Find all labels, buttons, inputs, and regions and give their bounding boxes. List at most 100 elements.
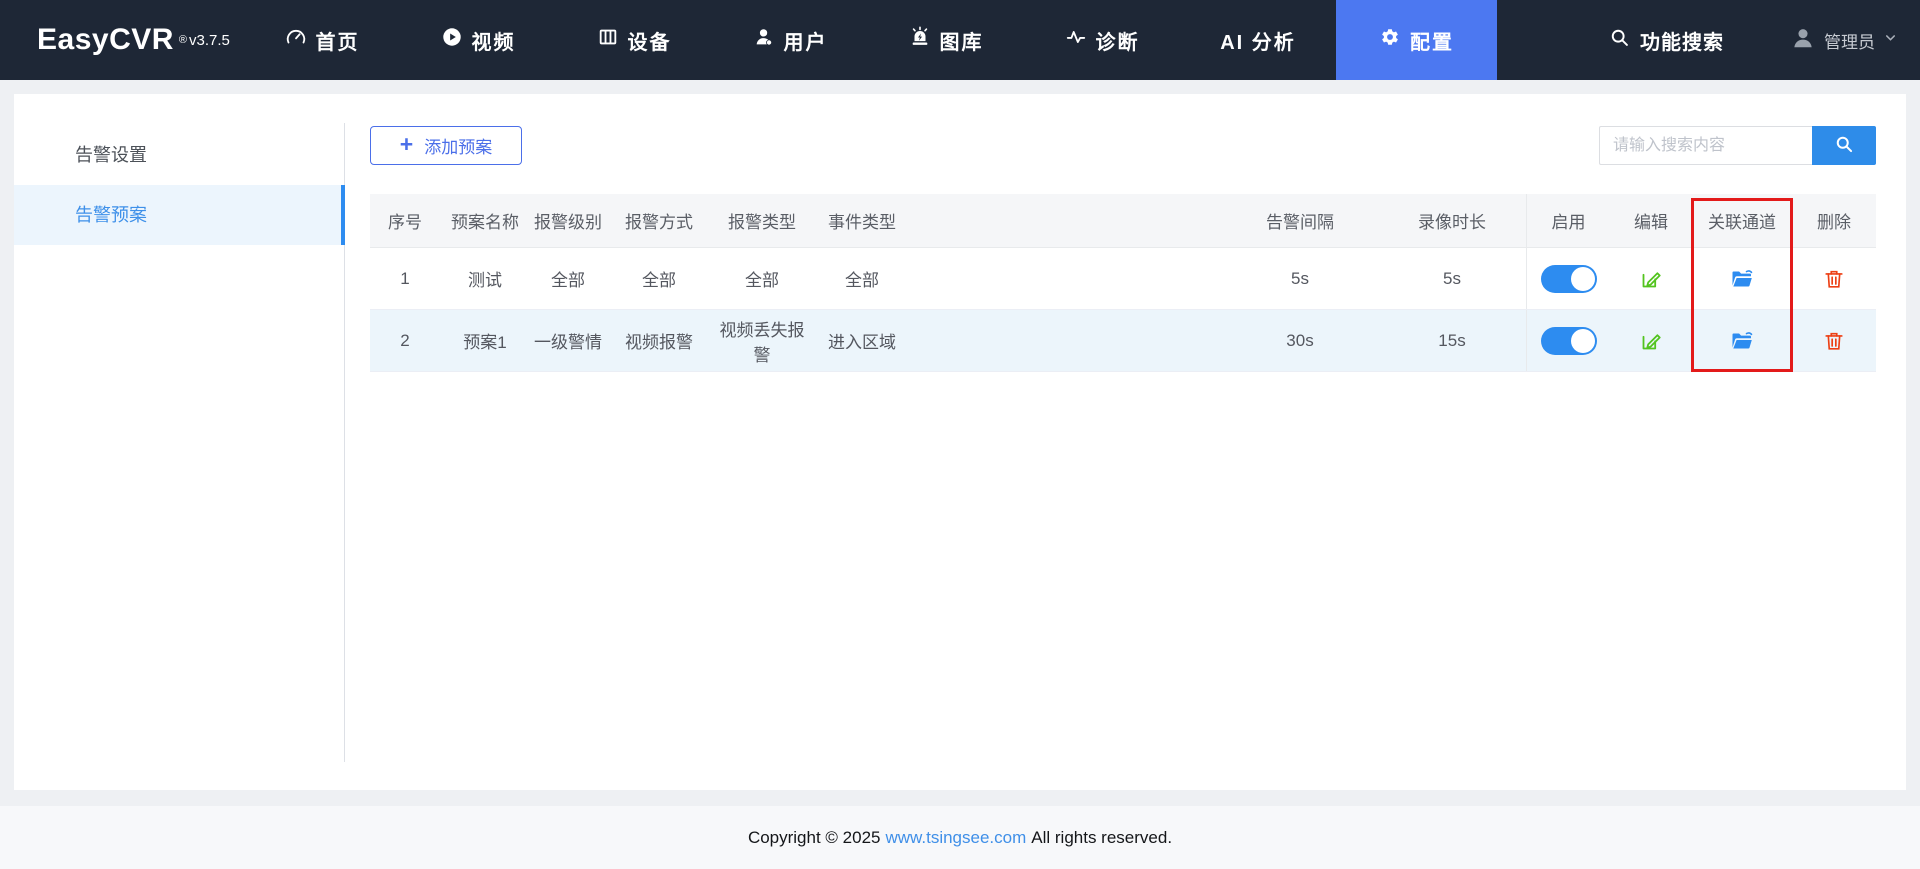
column-spacer: [1360, 310, 1392, 371]
column-header-index: 序号: [370, 194, 440, 247]
toolbar: + 添加预案: [370, 126, 1876, 165]
function-search[interactable]: 功能搜索: [1609, 26, 1724, 55]
main-nav: 首页 视频 设备 用户 图库: [244, 0, 1497, 80]
table-row: 2 预案1 一级警情 视频报警 视频丢失报警 进入区域 30s 15s: [370, 310, 1876, 372]
nav-item-device[interactable]: 设备: [556, 0, 712, 80]
nav-item-label: 诊断: [1096, 26, 1140, 55]
sidebar-item-label: 告警设置: [75, 145, 147, 165]
cell-event: 进入区域: [812, 310, 912, 371]
search-icon: [1609, 27, 1630, 54]
column-spacer: [1512, 310, 1526, 371]
nav-item-video[interactable]: 视频: [400, 0, 556, 80]
cell-type: 全部: [712, 248, 812, 309]
alarm-plan-table: 序号 预案名称 报警级别 报警方式 报警类型 事件类型 告警间隔 录像时长 启用…: [370, 194, 1876, 372]
nav-item-config[interactable]: 配置: [1336, 0, 1497, 80]
sidebar-item-alarm-plan[interactable]: 告警预案: [14, 185, 345, 245]
nav-item-gallery[interactable]: 图库: [868, 0, 1024, 80]
navbar-right: 功能搜索 管理员: [1609, 0, 1920, 80]
copyright-text: Copyright © 2025: [748, 828, 881, 848]
nav-item-user[interactable]: 用户: [712, 0, 868, 80]
settings-sidebar: 告警设置 告警预案: [14, 94, 345, 790]
cell-event: 全部: [812, 248, 912, 309]
column-spacer: [1360, 248, 1392, 309]
column-header-edit: 编辑: [1610, 194, 1692, 247]
nav-item-ai-analysis[interactable]: AI 分析: [1180, 0, 1336, 80]
registered-mark: ®: [179, 34, 187, 46]
user-name-label: 管理员: [1824, 28, 1875, 53]
user-icon: [753, 26, 775, 54]
edit-icon[interactable]: [1610, 310, 1692, 371]
nav-item-diagnosis[interactable]: 诊断: [1024, 0, 1180, 80]
cell-duration: 15s: [1392, 310, 1512, 371]
app-version: v3.7.5: [189, 32, 230, 49]
delete-icon[interactable]: [1792, 248, 1876, 309]
column-spacer: [1360, 194, 1392, 247]
page-footer: Copyright © 2025 www.tsingsee.com All ri…: [0, 806, 1920, 869]
plus-icon: +: [400, 133, 413, 156]
linked-channel-folder-icon[interactable]: [1692, 248, 1792, 309]
add-plan-label: 添加预案: [424, 133, 492, 158]
content-card: 告警设置 告警预案 + 添加预案: [14, 94, 1906, 790]
cell-duration: 5s: [1392, 248, 1512, 309]
nav-item-label: 首页: [316, 26, 360, 55]
nav-item-label: 用户: [784, 26, 828, 55]
column-spacer: [912, 310, 1240, 371]
pulse-icon: [1065, 26, 1087, 54]
column-header-name: 预案名称: [440, 194, 530, 247]
app-logo: EasyCVR ® v3.7.5: [0, 0, 244, 80]
cell-interval: 30s: [1240, 310, 1360, 371]
table-header-row: 序号 预案名称 报警级别 报警方式 报警类型 事件类型 告警间隔 录像时长 启用…: [370, 194, 1876, 248]
column-header-enable: 启用: [1526, 194, 1610, 247]
app-logo-text: EasyCVR: [37, 23, 174, 57]
chevron-down-icon: [1883, 30, 1898, 50]
column-header-event: 事件类型: [812, 194, 912, 247]
alarm-light-icon: [909, 26, 931, 54]
search-button[interactable]: [1812, 126, 1876, 165]
cell-name: 预案1: [440, 310, 530, 371]
user-menu[interactable]: 管理员: [1790, 25, 1898, 56]
cell-index: 2: [370, 310, 440, 371]
dashboard-icon: [285, 26, 307, 54]
nav-item-label: 视频: [472, 26, 516, 55]
gear-icon: [1379, 26, 1401, 54]
nav-item-label: 配置: [1410, 26, 1454, 55]
delete-icon[interactable]: [1792, 310, 1876, 371]
cell-level: 全部: [530, 248, 606, 309]
edit-icon[interactable]: [1610, 248, 1692, 309]
column-header-level: 报警级别: [530, 194, 606, 247]
column-header-type: 报警类型: [712, 194, 812, 247]
column-spacer: [1512, 194, 1526, 247]
column-header-delete: 删除: [1792, 194, 1876, 247]
enable-toggle[interactable]: [1541, 327, 1597, 355]
search-input[interactable]: [1599, 126, 1812, 165]
column-header-duration: 录像时长: [1392, 194, 1512, 247]
function-search-label: 功能搜索: [1640, 26, 1724, 55]
add-plan-button[interactable]: + 添加预案: [370, 126, 522, 165]
cell-index: 1: [370, 248, 440, 309]
cell-method: 全部: [606, 248, 712, 309]
play-icon: [441, 26, 463, 54]
column-header-interval: 告警间隔: [1240, 194, 1360, 247]
main-content: + 添加预案 序号 预案名称 报警级别: [345, 94, 1906, 790]
column-header-linked-channel: 关联通道: [1692, 194, 1792, 247]
nav-item-label: 图库: [940, 26, 984, 55]
column-spacer: [912, 248, 1240, 309]
cell-method: 视频报警: [606, 310, 712, 371]
top-navbar: EasyCVR ® v3.7.5 首页 视频 设备 用户: [0, 0, 1920, 80]
tsingsee-link[interactable]: www.tsingsee.com: [885, 828, 1026, 848]
cell-name: 测试: [440, 248, 530, 309]
linked-channel-folder-icon[interactable]: [1692, 310, 1792, 371]
column-spacer: [912, 194, 1240, 247]
enable-toggle[interactable]: [1541, 265, 1597, 293]
sidebar-item-alarm-settings[interactable]: 告警设置: [14, 125, 345, 185]
avatar-icon: [1790, 25, 1816, 56]
table-search: [1599, 126, 1876, 165]
search-icon: [1834, 134, 1854, 157]
table-row: 1 测试 全部 全部 全部 全部 5s 5s: [370, 248, 1876, 310]
nav-item-label: 设备: [628, 26, 672, 55]
nav-item-home[interactable]: 首页: [244, 0, 400, 80]
cell-level: 一级警情: [530, 310, 606, 371]
sidebar-item-label: 告警预案: [75, 205, 147, 225]
device-icon: [597, 26, 619, 54]
nav-item-label: AI 分析: [1220, 26, 1296, 55]
